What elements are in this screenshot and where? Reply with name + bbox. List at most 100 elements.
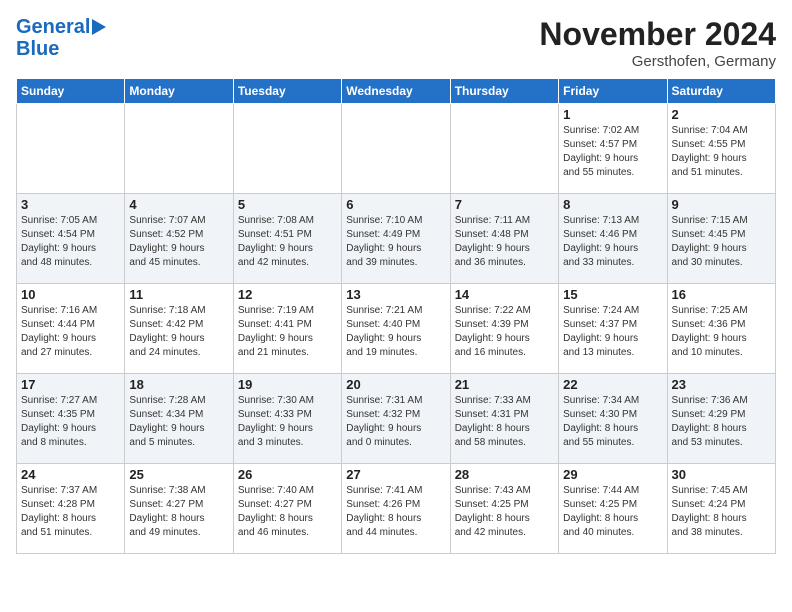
calendar-table: SundayMondayTuesdayWednesdayThursdayFrid… bbox=[16, 78, 776, 554]
calendar-cell: 10Sunrise: 7:16 AM Sunset: 4:44 PM Dayli… bbox=[17, 284, 125, 374]
day-info: Sunrise: 7:15 AM Sunset: 4:45 PM Dayligh… bbox=[672, 214, 771, 270]
calendar-cell: 4 Sunrise: 7:07 AM Sunset: 4:52 PM Daylig… bbox=[125, 194, 233, 284]
calendar-cell: 14 Sunrise: 7:22 AM Sunset: 4:39 PM Dayli… bbox=[450, 284, 558, 374]
day-info: Sunrise: 7:25 AM Sunset: 4:36 PM Dayligh… bbox=[672, 304, 771, 360]
calendar-week-row: 17Sunrise: 7:27 AM Sunset: 4:35 PM Dayli… bbox=[17, 374, 776, 464]
calendar-cell: 19 Sunrise: 7:30 AM Sunset: 4:33 PM Dayli… bbox=[233, 374, 341, 464]
day-info: Sunrise: 7:44 AM Sunset: 4:25 PM Dayligh… bbox=[563, 484, 662, 540]
day-info: Sunrise: 7:41 AM Sunset: 4:26 PM Dayligh… bbox=[346, 484, 445, 540]
weekday-header-wednesday: Wednesday bbox=[342, 79, 450, 104]
calendar-cell bbox=[17, 104, 125, 194]
day-info: Sunrise: 7:40 AM Sunset: 4:27 PM Dayligh… bbox=[238, 484, 337, 540]
logo-arrow-icon bbox=[92, 19, 106, 35]
day-number: 26 bbox=[238, 467, 337, 482]
calendar-cell bbox=[125, 104, 233, 194]
weekday-header-sunday: Sunday bbox=[17, 79, 125, 104]
day-info: Sunrise: 7:21 AM Sunset: 4:40 PM Dayligh… bbox=[346, 304, 445, 360]
calendar-cell: 30Sunrise: 7:45 AM Sunset: 4:24 PM Dayli… bbox=[667, 464, 775, 554]
day-number: 4 bbox=[129, 197, 228, 212]
day-info: Sunrise: 7:07 AM Sunset: 4:52 PM Dayligh… bbox=[129, 214, 228, 270]
day-number: 11 bbox=[129, 287, 228, 302]
calendar-week-row: 10Sunrise: 7:16 AM Sunset: 4:44 PM Dayli… bbox=[17, 284, 776, 374]
calendar-cell: 13 Sunrise: 7:21 AM Sunset: 4:40 PM Dayli… bbox=[342, 284, 450, 374]
day-number: 2 bbox=[672, 107, 771, 122]
calendar-cell: 23 Sunrise: 7:36 AM Sunset: 4:29 PM Dayli… bbox=[667, 374, 775, 464]
calendar-week-row: 3Sunrise: 7:05 AM Sunset: 4:54 PM Daylig… bbox=[17, 194, 776, 284]
day-number: 12 bbox=[238, 287, 337, 302]
calendar-cell bbox=[342, 104, 450, 194]
day-info: Sunrise: 7:31 AM Sunset: 4:32 PM Dayligh… bbox=[346, 394, 445, 450]
logo-text: General bbox=[16, 16, 90, 38]
calendar-cell: 12 Sunrise: 7:19 AM Sunset: 4:41 PM Dayli… bbox=[233, 284, 341, 374]
day-number: 13 bbox=[346, 287, 445, 302]
weekday-header-thursday: Thursday bbox=[450, 79, 558, 104]
day-info: Sunrise: 7:11 AM Sunset: 4:48 PM Dayligh… bbox=[455, 214, 554, 270]
calendar-cell: 29 Sunrise: 7:44 AM Sunset: 4:25 PM Dayli… bbox=[559, 464, 667, 554]
calendar-week-row: 24Sunrise: 7:37 AM Sunset: 4:28 PM Dayli… bbox=[17, 464, 776, 554]
calendar-cell: 16 Sunrise: 7:25 AM Sunset: 4:36 PM Dayli… bbox=[667, 284, 775, 374]
calendar-cell: 17Sunrise: 7:27 AM Sunset: 4:35 PM Dayli… bbox=[17, 374, 125, 464]
day-number: 19 bbox=[238, 377, 337, 392]
day-info: Sunrise: 7:08 AM Sunset: 4:51 PM Dayligh… bbox=[238, 214, 337, 270]
weekday-header-tuesday: Tuesday bbox=[233, 79, 341, 104]
calendar-cell: 8Sunrise: 7:13 AM Sunset: 4:46 PM Daylig… bbox=[559, 194, 667, 284]
weekday-header-saturday: Saturday bbox=[667, 79, 775, 104]
day-info: Sunrise: 7:16 AM Sunset: 4:44 PM Dayligh… bbox=[21, 304, 120, 360]
calendar-cell: 20 Sunrise: 7:31 AM Sunset: 4:32 PM Dayli… bbox=[342, 374, 450, 464]
logo: General Blue bbox=[16, 16, 106, 60]
calendar-cell: 27Sunrise: 7:41 AM Sunset: 4:26 PM Dayli… bbox=[342, 464, 450, 554]
calendar-cell bbox=[233, 104, 341, 194]
day-info: Sunrise: 7:19 AM Sunset: 4:41 PM Dayligh… bbox=[238, 304, 337, 360]
day-number: 18 bbox=[129, 377, 228, 392]
day-info: Sunrise: 7:36 AM Sunset: 4:29 PM Dayligh… bbox=[672, 394, 771, 450]
calendar-cell: 3Sunrise: 7:05 AM Sunset: 4:54 PM Daylig… bbox=[17, 194, 125, 284]
day-number: 21 bbox=[455, 377, 554, 392]
calendar-cell: 21 Sunrise: 7:33 AM Sunset: 4:31 PM Dayli… bbox=[450, 374, 558, 464]
day-number: 6 bbox=[346, 197, 445, 212]
day-number: 28 bbox=[455, 467, 554, 482]
calendar-cell: 15 Sunrise: 7:24 AM Sunset: 4:37 PM Dayli… bbox=[559, 284, 667, 374]
day-info: Sunrise: 7:18 AM Sunset: 4:42 PM Dayligh… bbox=[129, 304, 228, 360]
calendar-cell: 11 Sunrise: 7:18 AM Sunset: 4:42 PM Dayli… bbox=[125, 284, 233, 374]
day-number: 1 bbox=[563, 107, 662, 122]
day-info: Sunrise: 7:28 AM Sunset: 4:34 PM Dayligh… bbox=[129, 394, 228, 450]
calendar-cell: 5 Sunrise: 7:08 AM Sunset: 4:51 PM Daylig… bbox=[233, 194, 341, 284]
calendar-week-row: 1 Sunrise: 7:02 AM Sunset: 4:57 PM Daylig… bbox=[17, 104, 776, 194]
day-number: 15 bbox=[563, 287, 662, 302]
day-number: 14 bbox=[455, 287, 554, 302]
day-number: 29 bbox=[563, 467, 662, 482]
day-number: 22 bbox=[563, 377, 662, 392]
day-info: Sunrise: 7:34 AM Sunset: 4:30 PM Dayligh… bbox=[563, 394, 662, 450]
month-title: November 2024 bbox=[539, 16, 776, 53]
day-number: 20 bbox=[346, 377, 445, 392]
day-info: Sunrise: 7:45 AM Sunset: 4:24 PM Dayligh… bbox=[672, 484, 771, 540]
day-number: 16 bbox=[672, 287, 771, 302]
calendar-cell: 18 Sunrise: 7:28 AM Sunset: 4:34 PM Dayli… bbox=[125, 374, 233, 464]
day-info: Sunrise: 7:10 AM Sunset: 4:49 PM Dayligh… bbox=[346, 214, 445, 270]
day-info: Sunrise: 7:38 AM Sunset: 4:27 PM Dayligh… bbox=[129, 484, 228, 540]
calendar-cell: 28 Sunrise: 7:43 AM Sunset: 4:25 PM Dayli… bbox=[450, 464, 558, 554]
location: Gersthofen, Germany bbox=[539, 53, 776, 70]
day-number: 7 bbox=[455, 197, 554, 212]
weekday-header-friday: Friday bbox=[559, 79, 667, 104]
calendar-cell: 6 Sunrise: 7:10 AM Sunset: 4:49 PM Daylig… bbox=[342, 194, 450, 284]
day-number: 5 bbox=[238, 197, 337, 212]
day-info: Sunrise: 7:02 AM Sunset: 4:57 PM Dayligh… bbox=[563, 124, 662, 180]
day-info: Sunrise: 7:33 AM Sunset: 4:31 PM Dayligh… bbox=[455, 394, 554, 450]
day-info: Sunrise: 7:22 AM Sunset: 4:39 PM Dayligh… bbox=[455, 304, 554, 360]
weekday-header-monday: Monday bbox=[125, 79, 233, 104]
day-info: Sunrise: 7:30 AM Sunset: 4:33 PM Dayligh… bbox=[238, 394, 337, 450]
day-info: Sunrise: 7:05 AM Sunset: 4:54 PM Dayligh… bbox=[21, 214, 120, 270]
day-number: 25 bbox=[129, 467, 228, 482]
calendar-cell: 1 Sunrise: 7:02 AM Sunset: 4:57 PM Daylig… bbox=[559, 104, 667, 194]
calendar-cell bbox=[450, 104, 558, 194]
day-number: 9 bbox=[672, 197, 771, 212]
weekday-header-row: SundayMondayTuesdayWednesdayThursdayFrid… bbox=[17, 79, 776, 104]
day-info: Sunrise: 7:13 AM Sunset: 4:46 PM Dayligh… bbox=[563, 214, 662, 270]
calendar-cell: 7 Sunrise: 7:11 AM Sunset: 4:48 PM Daylig… bbox=[450, 194, 558, 284]
day-number: 23 bbox=[672, 377, 771, 392]
logo-text-blue: Blue bbox=[16, 38, 59, 60]
calendar-cell: 24Sunrise: 7:37 AM Sunset: 4:28 PM Dayli… bbox=[17, 464, 125, 554]
day-info: Sunrise: 7:43 AM Sunset: 4:25 PM Dayligh… bbox=[455, 484, 554, 540]
day-info: Sunrise: 7:24 AM Sunset: 4:37 PM Dayligh… bbox=[563, 304, 662, 360]
